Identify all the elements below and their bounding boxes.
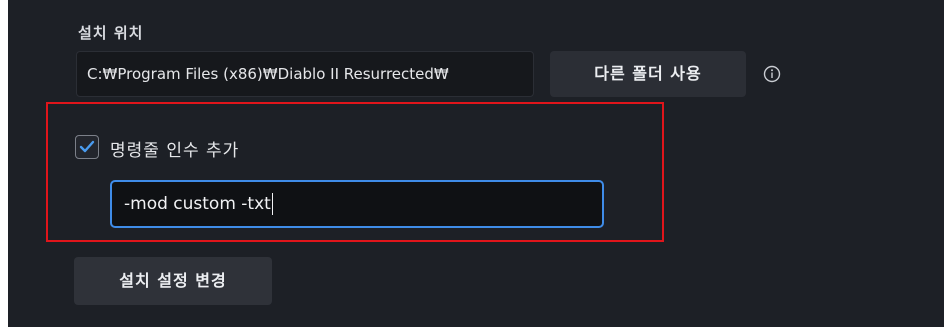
info-icon[interactable]: [763, 65, 781, 83]
install-settings-panel: 설치 위치 C:₩Program Files (x86)₩Diablo II R…: [8, 0, 944, 327]
text-caret: [271, 193, 273, 215]
command-line-args-label[interactable]: 명령줄 인수 추가: [110, 136, 239, 161]
command-line-args-checkbox[interactable]: [75, 135, 99, 159]
change-install-settings-button[interactable]: 설치 설정 변경: [74, 257, 272, 305]
checkmark-icon: [79, 140, 95, 153]
install-location-label: 설치 위치: [78, 24, 144, 42]
command-line-args-input[interactable]: -mod custom -txt: [110, 180, 604, 228]
install-path-field[interactable]: C:₩Program Files (x86)₩Diablo II Resurre…: [76, 51, 534, 97]
args-input-value: -mod custom -txt: [124, 194, 271, 214]
use-other-folder-button[interactable]: 다른 폴더 사용: [550, 51, 746, 97]
